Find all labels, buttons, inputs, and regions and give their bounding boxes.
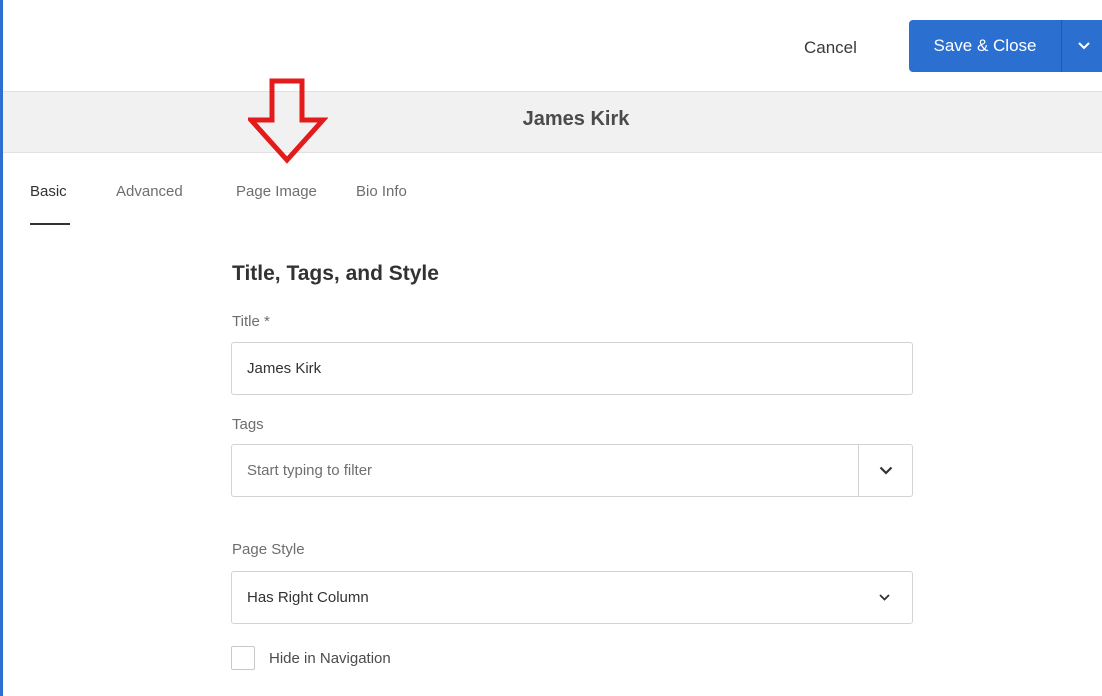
save-options-dropdown[interactable] bbox=[1062, 20, 1102, 72]
tags-input[interactable]: Start typing to filter bbox=[232, 445, 858, 496]
page-style-select[interactable]: Has Right Column bbox=[231, 571, 913, 624]
active-tab-indicator bbox=[30, 223, 70, 225]
save-close-button[interactable]: Save & Close bbox=[909, 20, 1061, 72]
page-style-label: Page Style bbox=[232, 541, 305, 558]
page-style-value: Has Right Column bbox=[247, 589, 369, 606]
chevron-down-icon bbox=[1077, 42, 1090, 50]
title-input[interactable]: James Kirk bbox=[231, 342, 913, 395]
page-title: James Kirk bbox=[522, 108, 630, 130]
tab-bar: Basic Advanced Page Image Bio Info bbox=[3, 153, 1102, 233]
tab-page-image[interactable]: Page Image bbox=[236, 183, 317, 200]
tab-basic[interactable]: Basic bbox=[30, 183, 67, 200]
title-bar: James Kirk bbox=[3, 92, 1102, 153]
hide-in-navigation-row: Hide in Navigation bbox=[231, 646, 391, 670]
section-title: Title, Tags, and Style bbox=[232, 262, 439, 285]
chevron-down-icon bbox=[879, 594, 890, 601]
chevron-down-icon bbox=[879, 466, 892, 475]
save-button-group: Save & Close bbox=[909, 20, 1102, 72]
top-toolbar: Cancel Save & Close bbox=[3, 0, 1102, 92]
hide-in-navigation-checkbox[interactable] bbox=[231, 646, 255, 670]
cancel-button[interactable]: Cancel bbox=[804, 36, 857, 60]
title-field-label: Title * bbox=[232, 313, 270, 330]
tags-field: Start typing to filter bbox=[231, 444, 913, 497]
tags-field-label: Tags bbox=[232, 416, 264, 433]
tab-advanced[interactable]: Advanced bbox=[116, 183, 183, 200]
hide-in-navigation-label: Hide in Navigation bbox=[269, 649, 391, 667]
tags-dropdown-button[interactable] bbox=[858, 445, 912, 496]
arrow-down-icon bbox=[248, 78, 328, 164]
tab-bio-info[interactable]: Bio Info bbox=[356, 183, 407, 200]
